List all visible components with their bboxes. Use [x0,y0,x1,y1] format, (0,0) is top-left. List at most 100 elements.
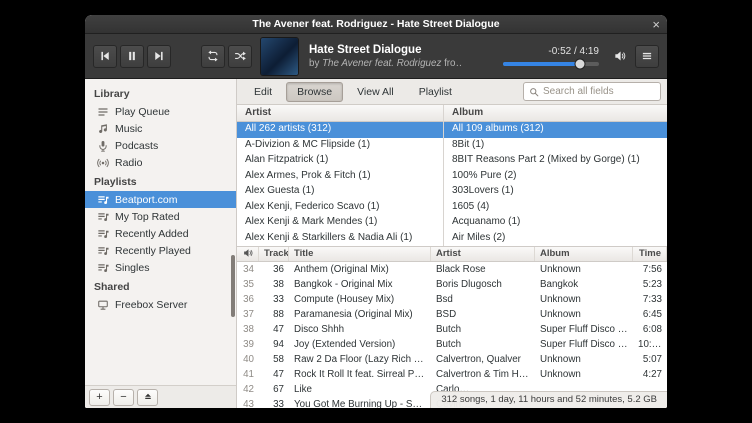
artist-row-label: Alex Kenji & Starkillers & Nadia Ali (1) [245,232,412,243]
eject-button[interactable] [137,389,158,406]
browse-button[interactable]: Browse [286,82,343,102]
artist-row-list: All 262 artists (312)A-Divizion & MC Fli… [237,122,443,246]
track-number: 33 [259,399,289,408]
previous-button[interactable] [93,45,117,68]
sidebar-item[interactable]: Recently Added [85,225,236,242]
playlist-icon [97,262,109,274]
player-toolbar: Hate Street Dialogue by The Avener feat.… [85,34,667,79]
sidebar-item[interactable]: Play Queue [85,103,236,120]
track-position: 40 [237,354,259,365]
artist-column-header[interactable]: Artist [237,105,443,122]
repeat-button[interactable] [201,45,225,68]
title-column-header[interactable]: Title [289,247,431,261]
artist-row-label: Alex Kenji & Mark Mendes (1) [245,216,377,227]
close-button[interactable]: × [652,15,660,34]
artist-row[interactable]: Alex Kenji & Mark Mendes (1) [237,215,443,231]
playing-column-header[interactable] [237,247,259,261]
artist-row[interactable]: A-Divizion & MC Flipside (1) [237,138,443,154]
track-row[interactable]: 39 94 Joy (Extended Version) Butch Super… [237,337,667,352]
album-row[interactable]: 8Bit (1) [444,138,667,154]
view-all-button[interactable]: View All [346,82,405,102]
album-row[interactable]: All 109 albums (312) [444,122,667,138]
track-row[interactable]: 41 47 Rock It Roll It feat. Sirreal Pip…… [237,367,667,382]
artist-column-header-tracks[interactable]: Artist [431,247,535,261]
sidebar-item[interactable]: Podcasts [85,137,236,154]
track-rows: 34 36 Anthem (Original Mix) Black Rose U… [237,262,667,408]
scrollbar-thumb[interactable] [231,255,235,317]
search-field[interactable] [523,82,661,101]
album-row-list: All 109 albums (312)8Bit (1)8BIT Reasons… [444,122,667,246]
track-number: 47 [259,324,289,335]
track-row[interactable]: 37 88 Paramanesia (Original Mix) BSD Unk… [237,307,667,322]
album-row-label: 1605 (4) [452,201,489,212]
add-playlist-button[interactable]: + [89,389,110,406]
sidebar-group-shared: Freebox Server [85,296,236,313]
seek-fill [503,62,580,66]
artist-row[interactable]: Alex Armes, Prok & Fitch (1) [237,169,443,185]
track-number: 47 [259,369,289,380]
album-column-header-tracks[interactable]: Album [535,247,633,261]
remove-playlist-button[interactable]: − [113,389,134,406]
edit-button[interactable]: Edit [243,82,283,102]
window-body: Library Play Queue Music Podcasts [85,79,667,408]
next-button[interactable] [147,45,171,68]
pause-button[interactable] [120,45,144,68]
sidebar-item[interactable]: Singles [85,259,236,276]
track-time: 4:27 [633,369,667,380]
track-row[interactable]: 38 47 Disco Shhh Butch Super Fluff Disco… [237,322,667,337]
track-row[interactable]: 40 58 Raw 2 Da Floor (Lazy Rich Re… Calv… [237,352,667,367]
titlebar[interactable]: The Avener feat. Rodriguez - Hate Street… [85,15,667,34]
sidebar-item-label: Play Queue [115,106,170,118]
search-icon [529,87,539,97]
album-row[interactable]: 303Lovers (1) [444,184,667,200]
sidebar-item[interactable]: Beatport.com [85,191,236,208]
server-icon [97,299,109,311]
search-input[interactable] [543,86,655,97]
speaker-icon [614,50,626,62]
artist-column: Artist All 262 artists (312)A-Divizion &… [237,105,444,246]
album-row-label: Acquanamo (1) [452,216,520,227]
artist-row[interactable]: Alan Fitzpatrick (1) [237,153,443,169]
menu-button[interactable] [635,45,659,68]
artist-row[interactable]: Alex Kenji, Federico Scavo (1) [237,200,443,216]
sidebar-item-icon [97,140,109,152]
seek-handle[interactable] [574,59,585,70]
track-title: Paramanesia (Original Mix) [289,309,431,320]
main-pane: Edit Browse View All Playlist Artist All… [237,79,667,408]
song-artist: The Avener feat. Rodriguez [322,58,441,69]
sidebar-item[interactable]: Music [85,120,236,137]
album-row-label: 100% Pure (2) [452,170,516,181]
track-position: 42 [237,384,259,395]
album-column-header[interactable]: Album [444,105,667,122]
album-art [261,38,298,75]
track-column-header[interactable]: Track [259,247,289,261]
album-row[interactable]: Acquanamo (1) [444,215,667,231]
artist-row[interactable]: All 262 artists (312) [237,122,443,138]
track-row[interactable]: 36 33 Compute (Housey Mix) Bsd Unknown 7… [237,292,667,307]
album-row[interactable]: 100% Pure (2) [444,169,667,185]
playlist-button[interactable]: Playlist [408,82,463,102]
volume-button[interactable] [608,45,632,68]
album-row[interactable]: 8BIT Reasons Part 2 (Mixed by Gorge) (1) [444,153,667,169]
sidebar-header-playlists: Playlists [85,171,236,191]
sidebar-item-icon [97,123,109,135]
album-row[interactable]: 1605 (4) [444,200,667,216]
shuffle-button[interactable] [228,45,252,68]
seek-slider[interactable] [503,62,599,66]
now-playing-info: Hate Street Dialogue by The Avener feat.… [309,44,461,69]
artist-row-label: Alex Guesta (1) [245,185,314,196]
album-row[interactable]: Air Miles (2) [444,231,667,247]
track-title: Disco Shhh [289,324,431,335]
artist-row[interactable]: Alex Guesta (1) [237,184,443,200]
sidebar-item[interactable]: My Top Rated [85,208,236,225]
sidebar-item[interactable]: Freebox Server [85,296,236,313]
sidebar-header-shared: Shared [85,276,236,296]
sidebar-item[interactable]: Radio [85,154,236,171]
status-bar: 312 songs, 1 day, 11 hours and 52 minute… [430,391,667,408]
time-column-header[interactable]: Time [633,247,667,261]
sidebar-item[interactable]: Recently Played [85,242,236,259]
track-row[interactable]: 34 36 Anthem (Original Mix) Black Rose U… [237,262,667,277]
track-row[interactable]: 35 38 Bangkok - Original Mix Boris Dlugo… [237,277,667,292]
artist-row[interactable]: Alex Kenji & Starkillers & Nadia Ali (1) [237,231,443,247]
track-album: Unknown [535,264,633,275]
